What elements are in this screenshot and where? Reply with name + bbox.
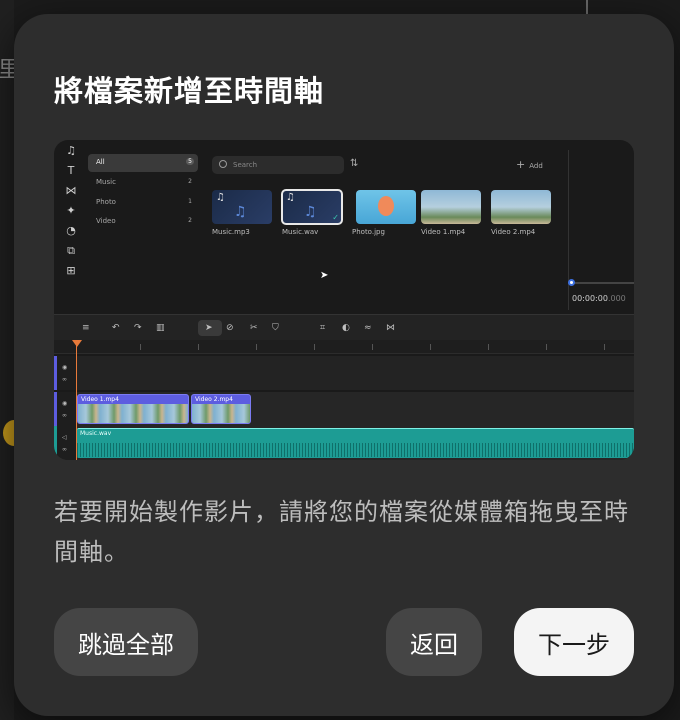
playhead-marker-icon	[72, 340, 82, 347]
timeline-track-empty: ◉ ∞	[54, 356, 634, 390]
select-pointer-icon: ➤	[205, 323, 213, 333]
ruler-tick	[314, 344, 315, 350]
hide-icon: ⊘	[226, 323, 234, 333]
media-search-box: Search	[212, 156, 344, 174]
media-label: Video 1.mp4	[421, 228, 466, 236]
ruler-tick	[546, 344, 547, 350]
media-label: Music.mp3	[212, 228, 250, 236]
overlay-tool-icon: ⧉	[67, 244, 75, 257]
track-header: ◁ ∞	[54, 426, 76, 460]
split-icon: ✂	[250, 323, 258, 333]
transition-icon: ⋈	[386, 323, 395, 333]
player-progress-handle	[568, 279, 575, 286]
skip-all-button[interactable]: 跳過全部	[54, 608, 198, 676]
delete-icon: ▥	[156, 323, 165, 333]
track-header: ◉ ∞	[54, 392, 76, 426]
photo-subject	[378, 196, 394, 216]
mask-icon: ⛉	[272, 323, 279, 333]
waveform-icon: ♫	[234, 204, 247, 220]
back-button[interactable]: 返回	[386, 608, 482, 676]
video-clip-1: Video 1.mp4	[77, 394, 189, 424]
preview-tool-rail: ♫ T ⋈ ✦ ◔ ⧉ ⊞	[54, 140, 88, 314]
timeline-ruler	[54, 340, 634, 354]
undo-icon: ↶	[112, 323, 120, 333]
dialog-title: 將檔案新增至時間軸	[54, 74, 325, 108]
player-progress-track	[568, 282, 634, 284]
sort-icon: ⇅	[350, 158, 359, 169]
add-media-button: + Add	[516, 158, 543, 171]
ruler-tick	[256, 344, 257, 350]
timeline-toolbar: ≡ ↶ ↷ ▥ ➤ ⊘ ✂ ⛉ ⌗ ◐ ≈ ⋈	[54, 314, 634, 340]
media-thumb-music-mp3: ♫ ♫	[212, 190, 272, 224]
redo-icon: ↷	[134, 323, 142, 333]
track-header: ◉ ∞	[54, 356, 76, 390]
media-thumb-music-wav: ♫ ♫ ✓	[281, 189, 343, 225]
ruler-tick	[488, 344, 489, 350]
ruler-tick	[430, 344, 431, 350]
category-music: Music 2	[96, 178, 192, 186]
crop-icon: ⌗	[320, 323, 326, 333]
add-track-icon: ≡	[82, 323, 90, 333]
waveform-icon: ♫	[304, 204, 317, 220]
transition-tool-icon: ⋈	[65, 184, 77, 197]
volume-icon: ◁	[62, 434, 67, 441]
player-divider	[568, 150, 569, 310]
check-icon: ✓	[332, 213, 339, 222]
ruler-tick	[372, 344, 373, 350]
ruler-tick	[140, 344, 141, 350]
music-note-icon: ♫	[216, 192, 225, 203]
media-label: Photo.jpg	[352, 228, 385, 236]
ruler-tick	[198, 344, 199, 350]
media-thumb-video1	[421, 190, 481, 224]
link-icon: ∞	[62, 446, 67, 453]
video-clip-2: Video 2.mp4	[191, 394, 251, 424]
visibility-icon: ◉	[62, 364, 68, 371]
adjust-icon: ≈	[364, 323, 372, 333]
tutorial-preview-image: ♫ T ⋈ ✦ ◔ ⧉ ⊞ All 5 Music 2 Photo 1 Vide…	[54, 140, 634, 460]
link-icon: ∞	[62, 412, 67, 419]
speed-icon: ◐	[342, 323, 350, 333]
plus-icon: +	[516, 158, 526, 171]
media-thumb-video2	[491, 190, 551, 224]
onboarding-dialog: 將檔案新增至時間軸 ♫ T ⋈ ✦ ◔ ⧉ ⊞ All 5 Music 2 Ph…	[14, 14, 674, 716]
category-all: All 5	[88, 154, 198, 172]
link-icon: ∞	[62, 376, 67, 383]
background-divider	[586, 0, 588, 14]
audio-clip: Music.wav	[77, 428, 634, 458]
ruler-tick	[604, 344, 605, 350]
next-button[interactable]: 下一步	[514, 608, 634, 676]
category-photo: Photo 1	[96, 198, 192, 206]
media-label: Video 2.mp4	[491, 228, 536, 236]
dialog-description: 若要開始製作影片，請將您的檔案從媒體箱拖曳至時間軸。	[54, 498, 629, 566]
media-thumb-photo	[356, 190, 416, 224]
player-timecode: 00:00:00.000	[572, 294, 626, 303]
media-label: Music.wav	[282, 228, 319, 236]
music-note-icon: ♫	[286, 192, 295, 203]
effects-tool-icon: ✦	[66, 204, 76, 217]
mouse-cursor-icon: ➤	[320, 270, 329, 281]
text-tool-icon: T	[67, 164, 75, 177]
timeline-track-video: ◉ ∞ Video 1.mp4 Video 2.mp4	[54, 392, 634, 426]
music-tool-icon: ♫	[66, 144, 76, 157]
search-placeholder: Search	[233, 161, 258, 169]
timeline-track-audio: ◁ ∞ Music.wav	[54, 426, 634, 460]
sticker-tool-icon: ◔	[66, 224, 76, 237]
visibility-icon: ◉	[62, 400, 68, 407]
background-sidebar	[0, 0, 14, 720]
more-tools-icon: ⊞	[66, 264, 76, 277]
category-video: Video 2	[96, 217, 192, 225]
timeline-playhead	[76, 340, 77, 460]
search-icon	[219, 160, 227, 168]
